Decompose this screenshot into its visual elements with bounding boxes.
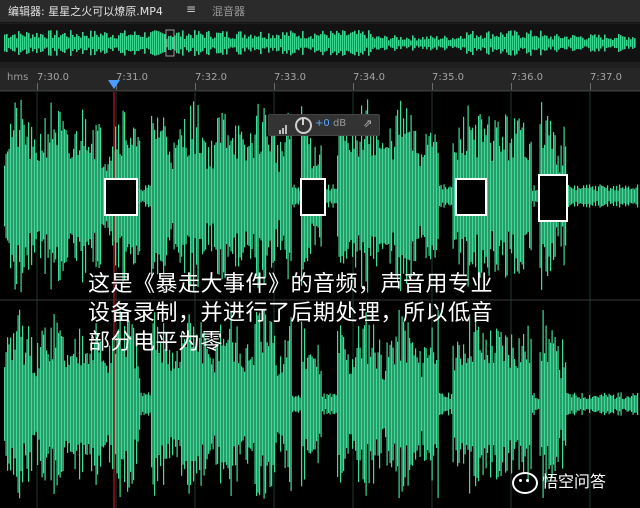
ruler-tick-label: 7:30.0: [37, 72, 69, 83]
ruler-tick-label: 7:32.0: [195, 72, 227, 83]
ruler-tick: [590, 83, 591, 90]
watermark: 悟空问答: [512, 468, 606, 494]
caption-line: 设备录制，并进行了后期处理，所以低音: [88, 301, 494, 326]
ruler-tick: [37, 83, 38, 90]
highlight-box: [300, 178, 326, 216]
watermark-logo-icon: [512, 471, 538, 494]
caption-text: 这是《暴走大事件》的音频，声音用专业 设备录制，并进行了后期处理，所以低音 部分…: [88, 270, 598, 357]
ruler-tick: [195, 83, 196, 90]
ruler-tick-label: 7:34.0: [353, 72, 385, 83]
level-meter-icon: [279, 119, 289, 134]
caption-line: 部分电平为零: [88, 330, 224, 355]
volume-hud[interactable]: +0 dB ⇗: [268, 114, 380, 136]
watermark-text: 悟空问答: [542, 472, 607, 491]
volume-unit: dB: [332, 118, 347, 129]
waveform-editor[interactable]: +0 dB ⇗ 这是《暴走大事件》的音频，声音用专业 设备录制，并进行了后期处理…: [0, 92, 640, 508]
ruler-tick-label: 7:33.0: [274, 72, 306, 83]
caption-line: 这是《暴走大事件》的音频，声音用专业: [88, 272, 494, 297]
time-ruler[interactable]: hms 7:30.0 7:31.0 7:32.0 7:33.0 7:34.0 7…: [0, 68, 640, 91]
ruler-tick: [511, 83, 512, 90]
ruler-tick: [274, 83, 275, 90]
ruler-tick-label: 7:36.0: [511, 72, 543, 83]
playhead-handle-icon[interactable]: [108, 80, 120, 89]
tab-editor[interactable]: 编辑器: 星星之火可以燎原.MP4: [8, 3, 163, 19]
ruler-tick: [432, 83, 433, 90]
highlight-box: [455, 178, 487, 216]
volume-value-number: +0: [315, 118, 330, 129]
volume-knob-icon[interactable]: [295, 117, 312, 134]
tab-mixer[interactable]: 混音器: [212, 3, 245, 19]
tab-bar: 编辑器: 星星之火可以燎原.MP4 ≡ 混音器: [0, 0, 640, 23]
ruler-tick-label: 7:31.0: [116, 72, 148, 83]
overview-waveform-svg: [4, 29, 636, 57]
pin-icon[interactable]: ⇗: [363, 117, 372, 130]
highlight-box: [538, 174, 568, 222]
ruler-tick: [353, 83, 354, 90]
ruler-tick-label: 7:35.0: [432, 72, 464, 83]
overview-waveform[interactable]: [0, 24, 640, 62]
tab-menu-icon[interactable]: ≡: [186, 2, 196, 16]
ruler-tick-label: 7:37.0: [590, 72, 622, 83]
highlight-box: [104, 178, 138, 216]
ruler-unit-label: hms: [7, 72, 29, 83]
volume-value[interactable]: +0 dB: [315, 118, 346, 129]
